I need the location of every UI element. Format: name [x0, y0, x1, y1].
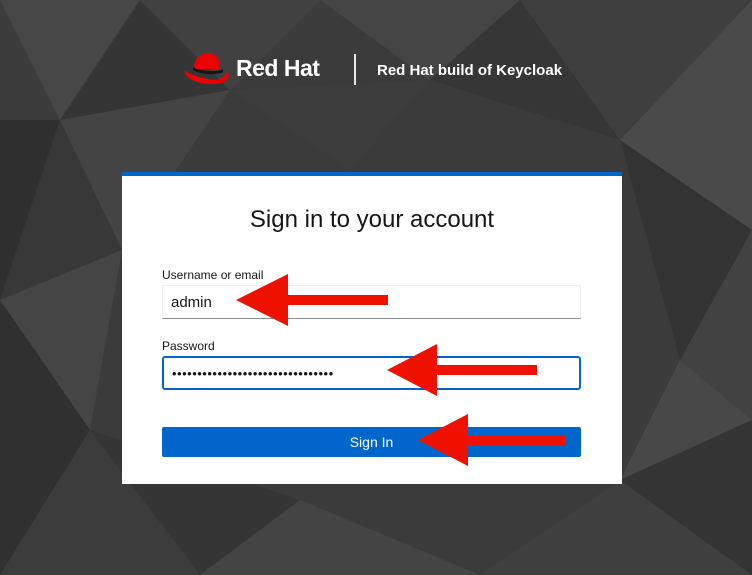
page-title: Sign in to your account [249, 206, 495, 233]
red-hat-logo-icon [184, 53, 229, 84]
brand-divider [354, 54, 356, 85]
arrow-left-annotation [418, 414, 566, 466]
arrow-left-annotation [236, 274, 388, 326]
header: Red Hat Red Hat build of Keycloak [0, 0, 752, 140]
arrow-left-annotation [387, 344, 537, 396]
password-label: Password [162, 339, 215, 353]
brand-name: Red Hat [236, 55, 320, 81]
product-name: Red Hat build of Keycloak [377, 62, 563, 79]
